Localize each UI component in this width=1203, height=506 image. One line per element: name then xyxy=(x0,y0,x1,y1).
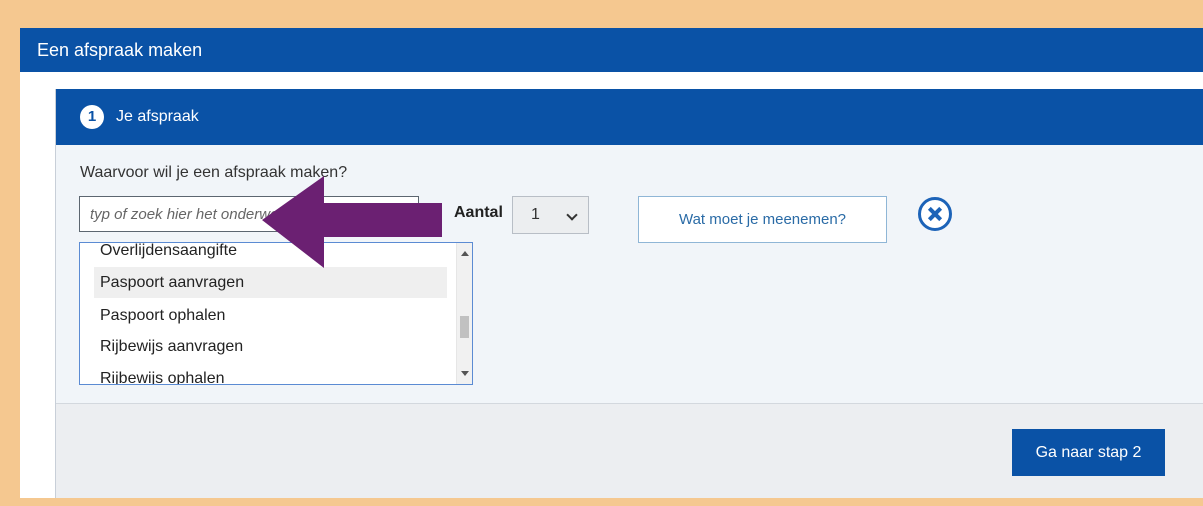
next-step-button[interactable]: Ga naar stap 2 xyxy=(1012,429,1165,476)
list-item[interactable]: Rijbewijs ophalen xyxy=(94,363,447,384)
close-icon xyxy=(928,207,942,221)
aantal-label: Aantal xyxy=(454,204,503,221)
chevron-down-icon xyxy=(566,209,578,221)
annotation-arrow-icon xyxy=(262,176,442,268)
listbox-scrollbar[interactable] xyxy=(456,243,472,384)
scroll-up-icon[interactable] xyxy=(461,251,469,256)
wat-meenemen-button[interactable]: Wat moet je meenemen? xyxy=(638,196,887,243)
page-title: Een afspraak maken xyxy=(20,28,1203,72)
step-number-badge: 1 xyxy=(80,105,104,129)
aantal-select[interactable]: 1 xyxy=(512,196,589,234)
list-item[interactable]: Paspoort ophalen xyxy=(94,300,447,331)
step-body: Waarvoor wil je een afspraak maken? Aant… xyxy=(56,145,1203,403)
step-title: Je afspraak xyxy=(116,108,199,125)
step-header: 1 Je afspraak xyxy=(56,89,1203,145)
step-footer: Ga naar stap 2 xyxy=(56,403,1203,498)
aantal-value: 1 xyxy=(531,206,540,223)
scroll-down-icon[interactable] xyxy=(461,371,469,376)
scroll-thumb[interactable] xyxy=(460,316,469,338)
appointment-window: Een afspraak maken 1 Je afspraak Waarvoo… xyxy=(20,28,1203,498)
step-panel: 1 Je afspraak Waarvoor wil je een afspra… xyxy=(55,89,1203,498)
list-item[interactable]: Rijbewijs aanvragen xyxy=(94,331,447,362)
list-item-highlighted[interactable]: Paspoort aanvragen xyxy=(94,267,447,298)
clear-button[interactable] xyxy=(918,197,952,231)
